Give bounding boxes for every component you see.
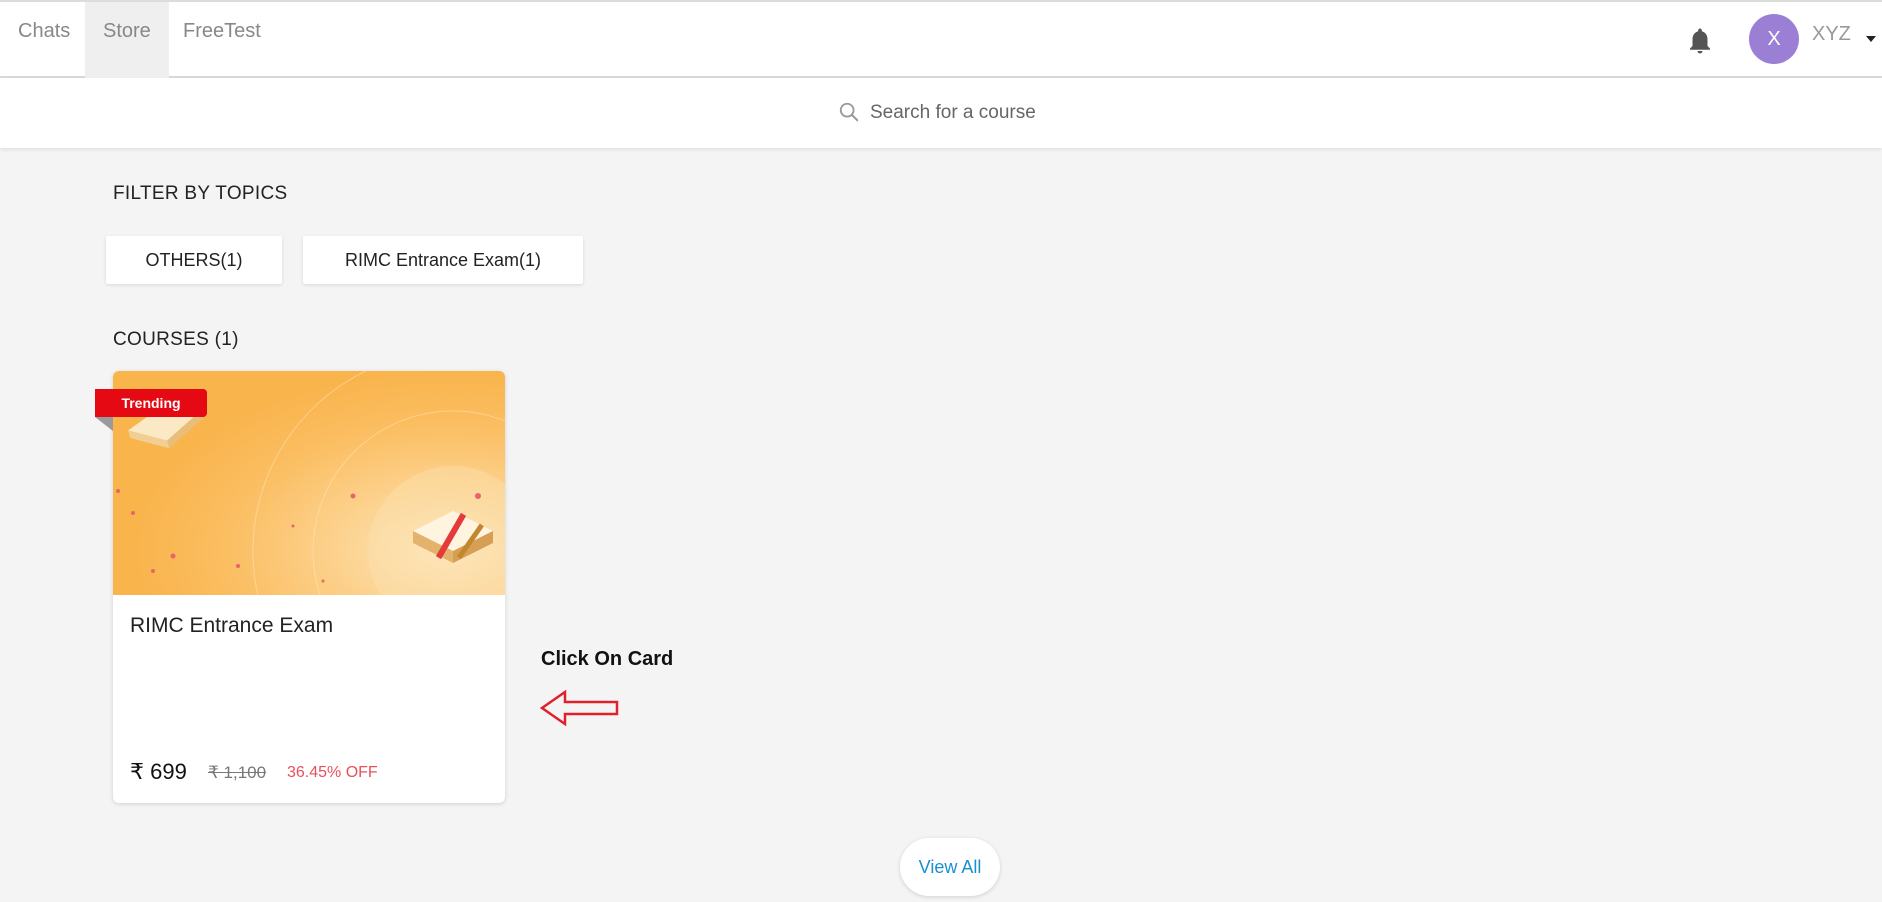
view-all-button[interactable]: View All: [900, 838, 1000, 896]
filter-section-title: FILTER BY TOPICS: [113, 183, 288, 204]
course-original-price: ₹ 1,100: [208, 763, 267, 782]
notification-bell-icon[interactable]: [1685, 26, 1715, 56]
top-nav-bar: Chats Store FreeTest X XYZ: [0, 0, 1882, 78]
search-input[interactable]: [870, 96, 1270, 130]
search-bar: [0, 78, 1882, 148]
trending-badge: Trending: [95, 389, 207, 417]
badge-fold: [95, 417, 113, 431]
tab-freetest[interactable]: FreeTest: [165, 2, 279, 78]
tab-store[interactable]: Store: [85, 2, 169, 78]
course-discount: 36.45% OFF: [287, 764, 378, 781]
user-avatar[interactable]: X: [1749, 14, 1799, 64]
tab-chats[interactable]: Chats: [0, 2, 88, 78]
user-name[interactable]: XYZ: [1812, 23, 1851, 46]
left-arrow-icon: [540, 689, 619, 727]
chevron-down-icon[interactable]: [1866, 36, 1876, 42]
filter-chip-others[interactable]: OTHERS(1): [106, 236, 282, 284]
course-card[interactable]: RIMC Entrance Exam ₹ 699 ₹ 1,100 36.45% …: [113, 371, 505, 803]
filter-chip-rimc[interactable]: RIMC Entrance Exam(1): [303, 236, 583, 284]
search-icon: [839, 102, 859, 122]
click-hint-text: Click On Card: [541, 648, 674, 670]
course-title: RIMC Entrance Exam: [130, 614, 334, 637]
courses-section-title: COURSES (1): [113, 329, 239, 350]
course-price: ₹ 699: [130, 759, 187, 784]
